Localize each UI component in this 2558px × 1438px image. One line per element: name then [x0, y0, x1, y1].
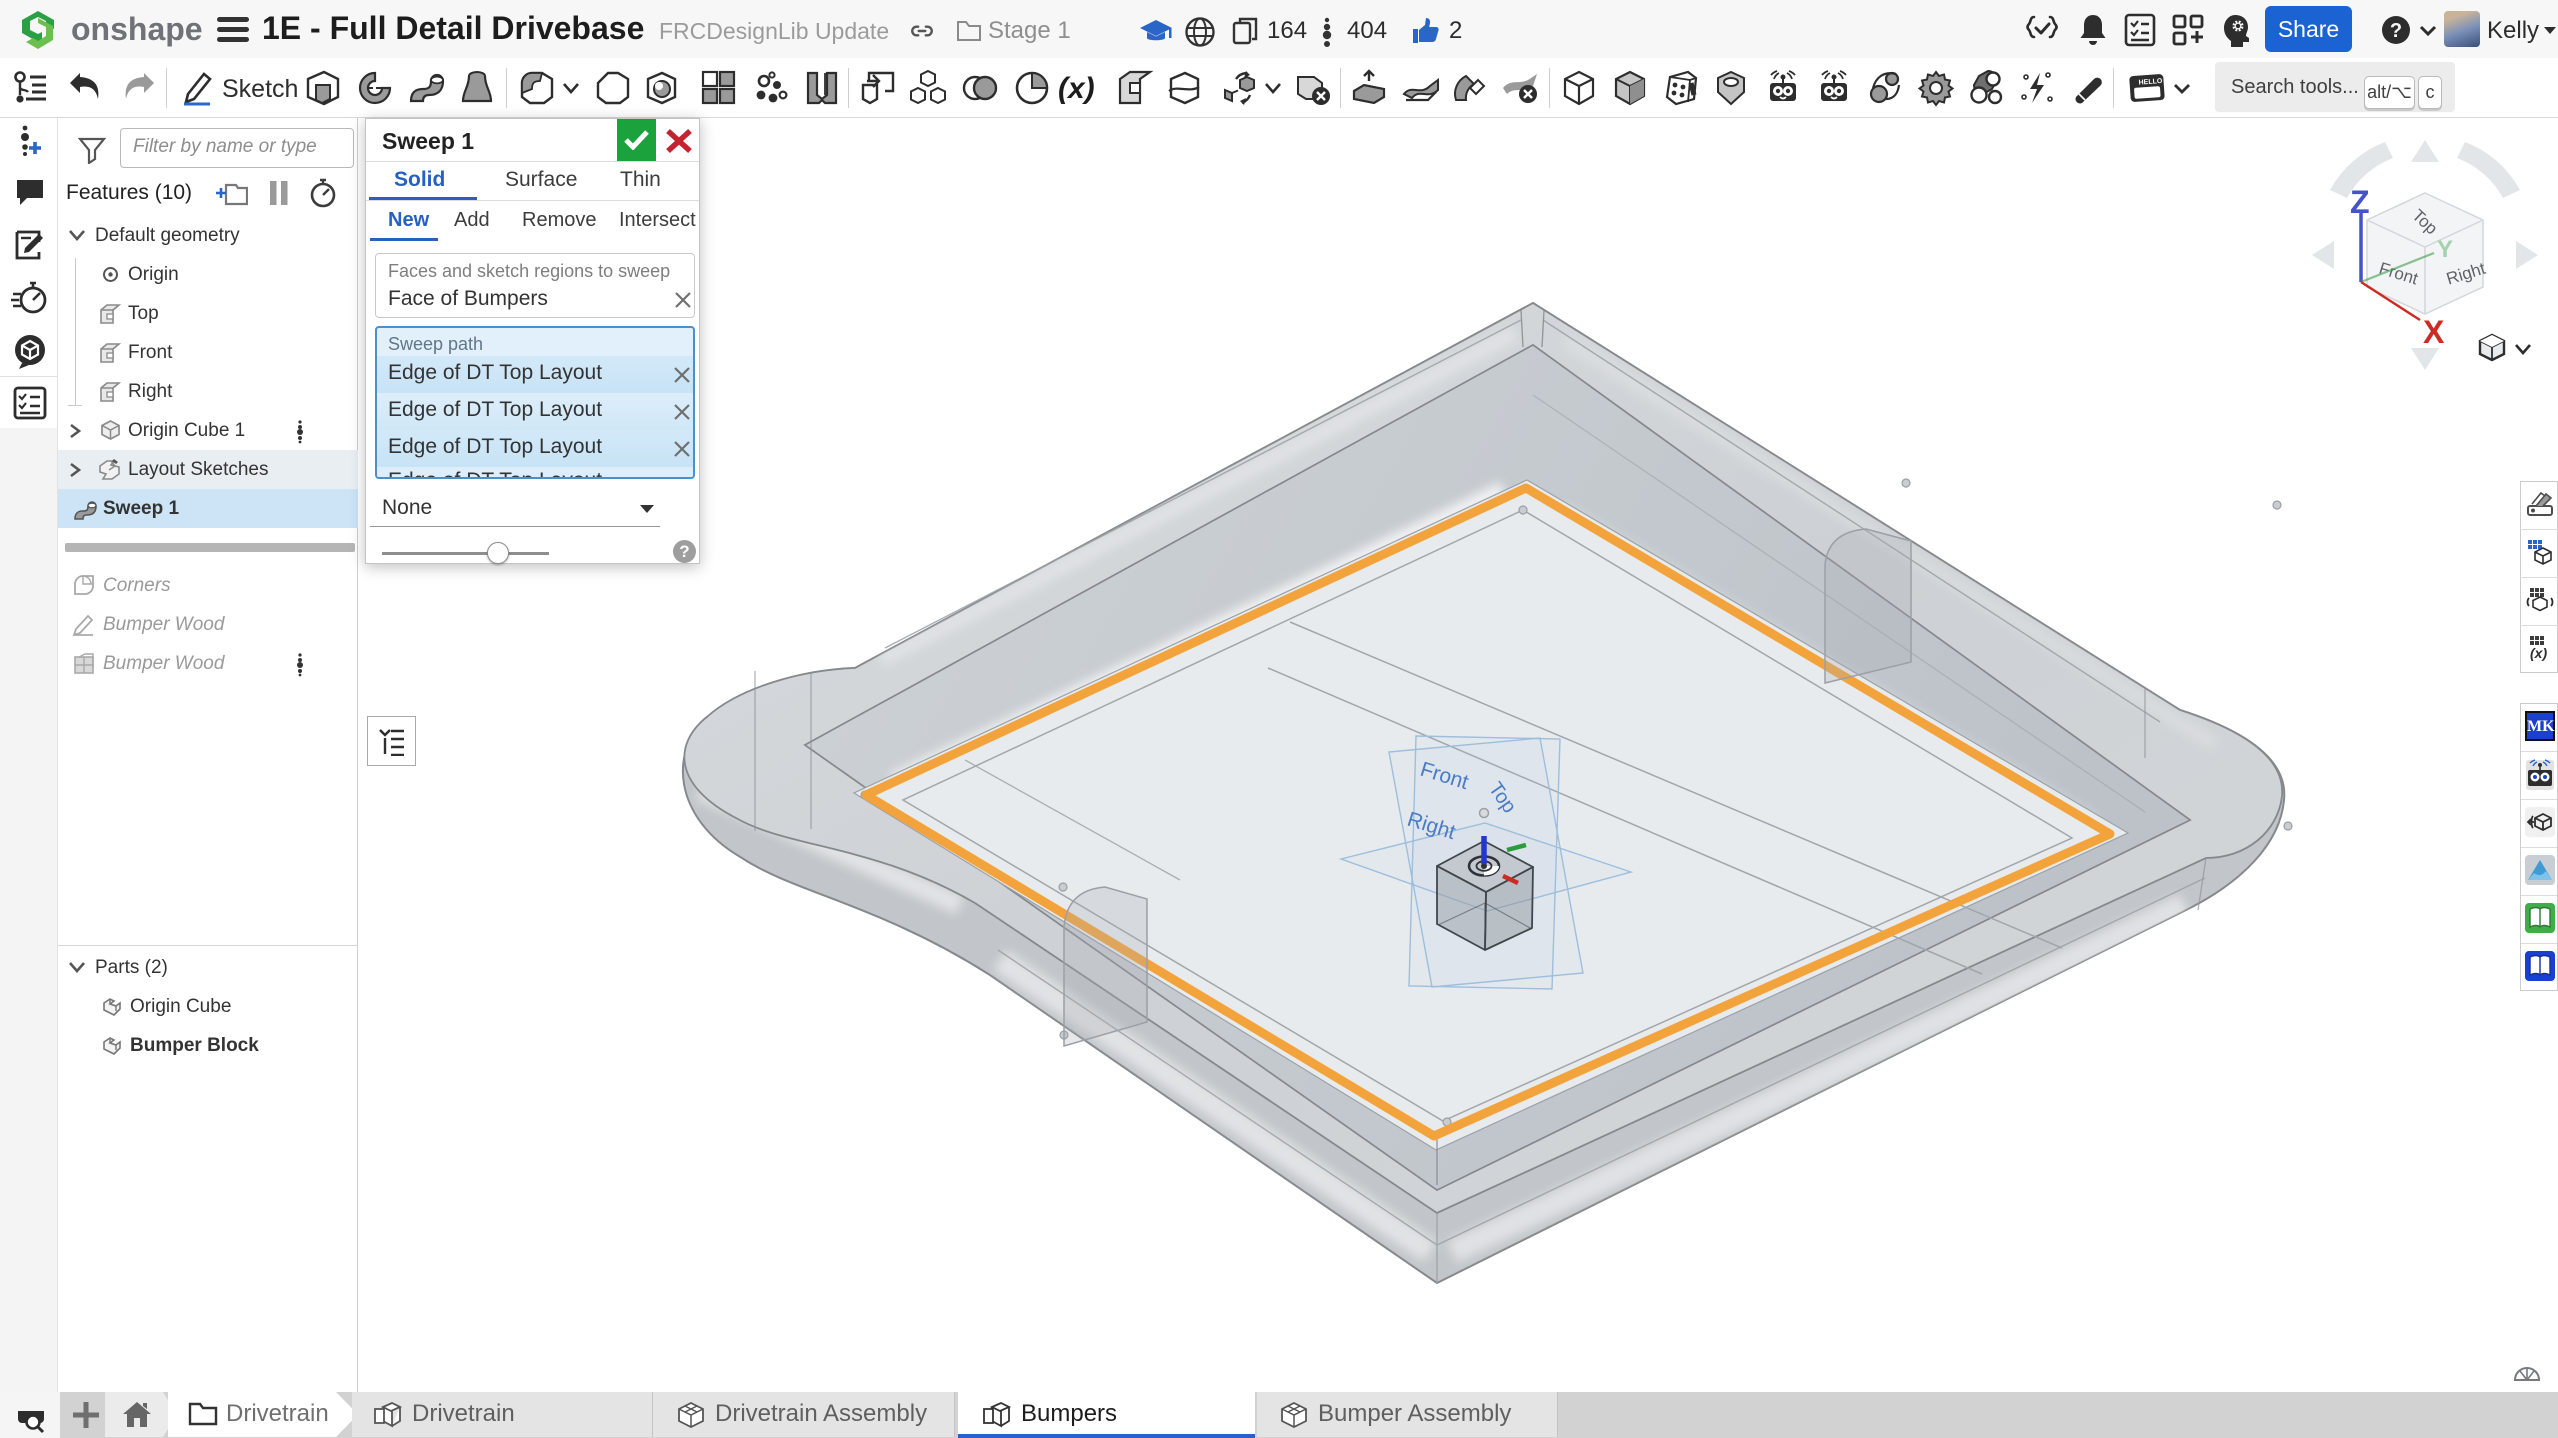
svg-text:Z: Z [2350, 184, 2370, 220]
svg-text:X: X [2423, 314, 2445, 350]
svg-text:(x): (x) [2530, 645, 2547, 661]
svg-text:Y: Y [2437, 236, 2453, 263]
svg-text:?: ? [2390, 20, 2402, 42]
